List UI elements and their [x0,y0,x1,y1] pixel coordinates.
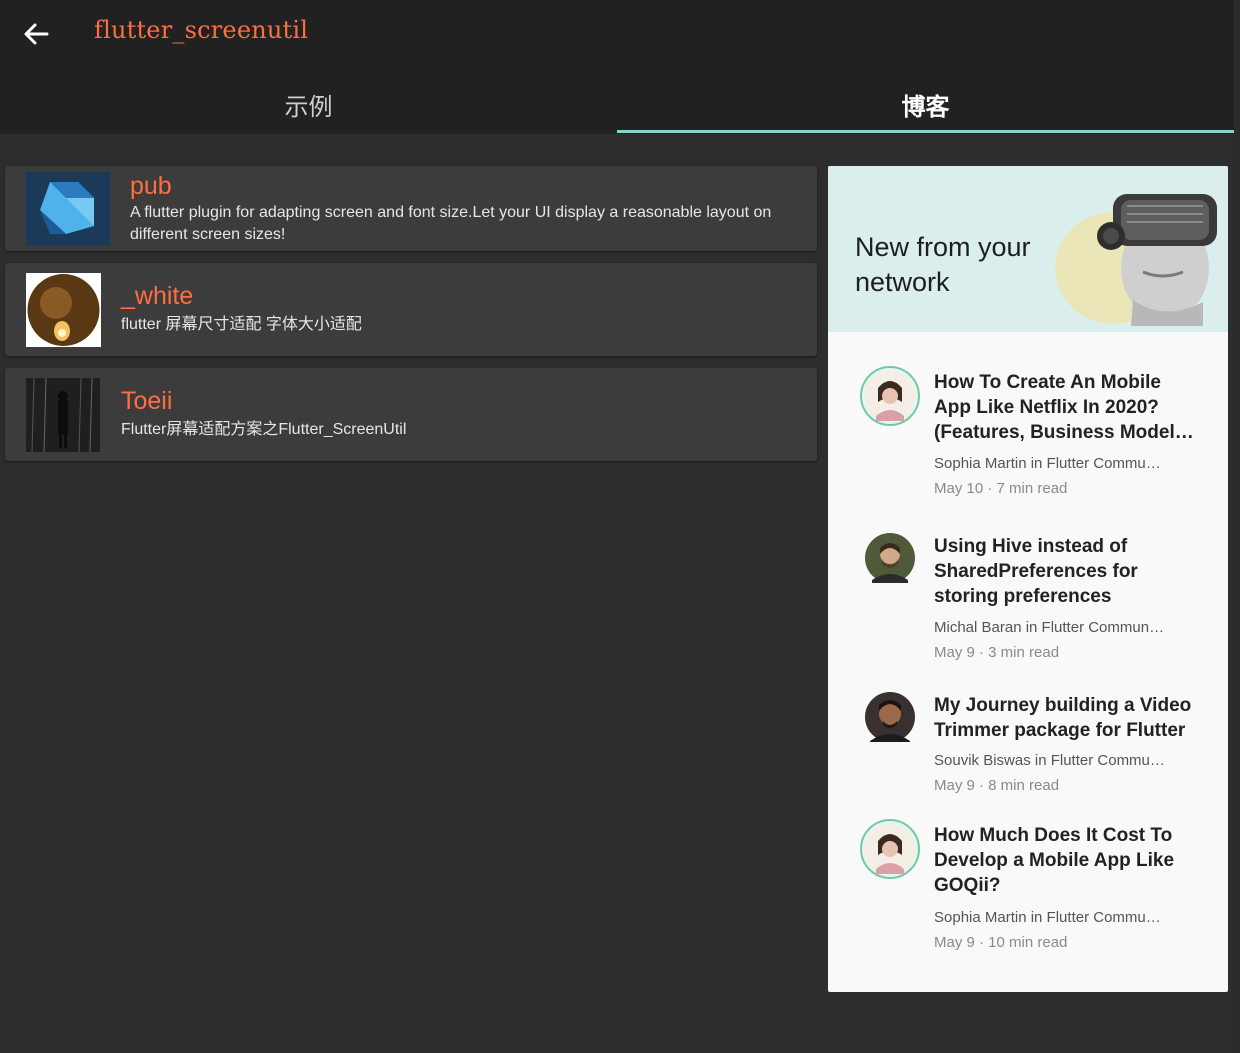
author-avatar [865,533,915,583]
vr-headset-illustration [1055,194,1217,326]
story-date: May 9 · 10 min read [934,934,1068,951]
app-title: flutter_screenutil [94,16,309,44]
story-date: May 9 · 3 min read [934,644,1060,661]
banner-text: New from your network [855,232,1031,297]
story-item[interactable]: How To Create An Mobile App Like Netflix… [828,366,1228,506]
story-author: Souvik Biswas in Flutter Commu… [934,752,1165,769]
window-edge [1234,0,1240,1053]
story-date: May 10 · 7 min read [934,480,1068,497]
story-item[interactable]: How Much Does It Cost To Develop a Mobil… [828,819,1228,959]
story-item[interactable]: Using Hive instead of SharedPreferences … [828,530,1228,670]
story-title: My Journey building a Video Trimmer pack… [934,695,1192,741]
link-card-pub[interactable]: pub A flutter plugin for adapting screen… [5,166,817,251]
story-date: May 9 · 8 min read [934,777,1060,794]
story-title: How Much Does It Cost To Develop a Mobil… [934,825,1175,896]
link-card-toeii[interactable]: Toeii Flutter屏幕适配方案之Flutter_ScreenUtil [5,368,817,461]
avatar-photo [26,273,101,347]
tab-blog[interactable]: 博客 [617,74,1234,134]
story-item[interactable]: My Journey building a Video Trimmer pack… [828,689,1228,809]
story-author: Sophia Martin in Flutter Commu… [934,455,1161,472]
link-description: Flutter屏幕适配方案之Flutter_ScreenUtil [121,421,407,438]
network-panel: New from your network How To Create An M… [828,166,1228,992]
link-title: pub [130,172,172,200]
story-author: Sophia Martin in Flutter Commu… [934,909,1161,926]
back-button[interactable] [18,16,54,52]
story-title: Using Hive instead of SharedPreferences … [934,536,1138,607]
app-bar: flutter_screenutil 示例 博客 [0,0,1234,134]
story-author: Michal Baran in Flutter Commun… [934,619,1165,636]
story-title: How To Create An Mobile App Like Netflix… [934,372,1194,443]
dart-logo-icon [26,172,110,246]
author-avatar [860,819,920,879]
tab-examples[interactable]: 示例 [0,74,617,134]
arrow-left-icon [24,23,49,45]
link-description: A flutter plugin for adapting screen and… [130,204,772,243]
link-description: flutter 屏幕尺寸适配 字体大小适配 [121,316,362,333]
link-title: _white [121,282,194,310]
author-avatar [860,366,920,426]
author-avatar [865,692,915,742]
avatar-photo [26,378,100,452]
link-title: Toeii [121,387,173,415]
network-banner: New from your network [828,166,1228,332]
link-card-white[interactable]: _white flutter 屏幕尺寸适配 字体大小适配 [5,263,817,356]
tab-indicator [617,130,1234,133]
